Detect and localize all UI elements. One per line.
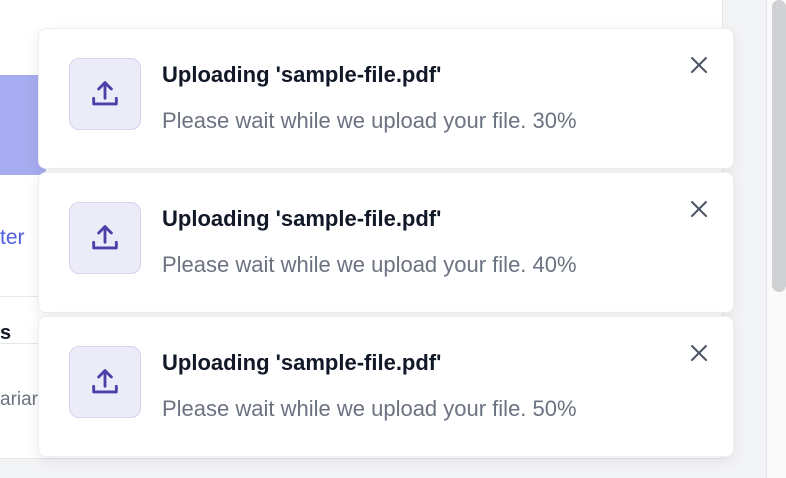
upload-toast: Uploading 'sample-file.pdf' Please wait … xyxy=(38,316,734,457)
scrollbar-thumb[interactable] xyxy=(772,0,786,292)
toast-message: Please wait while we upload your file. 4… xyxy=(162,252,577,277)
toast-message: Please wait while we upload your file. 5… xyxy=(162,396,577,421)
upload-toast: Uploading 'sample-file.pdf' Please wait … xyxy=(38,28,734,169)
background-row-subtext: ariar xyxy=(0,389,39,410)
upload-icon xyxy=(69,202,141,274)
close-icon[interactable] xyxy=(685,51,713,79)
toast-title: Uploading 'sample-file.pdf' xyxy=(162,206,442,231)
background-link[interactable]: ter xyxy=(0,226,25,250)
upload-icon xyxy=(69,58,141,130)
toast-title: Uploading 'sample-file.pdf' xyxy=(162,350,442,375)
upload-toast: Uploading 'sample-file.pdf' Please wait … xyxy=(38,172,734,313)
toast-message: Please wait while we upload your file. 3… xyxy=(162,108,577,133)
upload-icon xyxy=(69,346,141,418)
toast-title: Uploading 'sample-file.pdf' xyxy=(162,62,442,87)
close-icon[interactable] xyxy=(685,195,713,223)
close-icon[interactable] xyxy=(685,339,713,367)
background-row-heading: s xyxy=(0,322,12,344)
